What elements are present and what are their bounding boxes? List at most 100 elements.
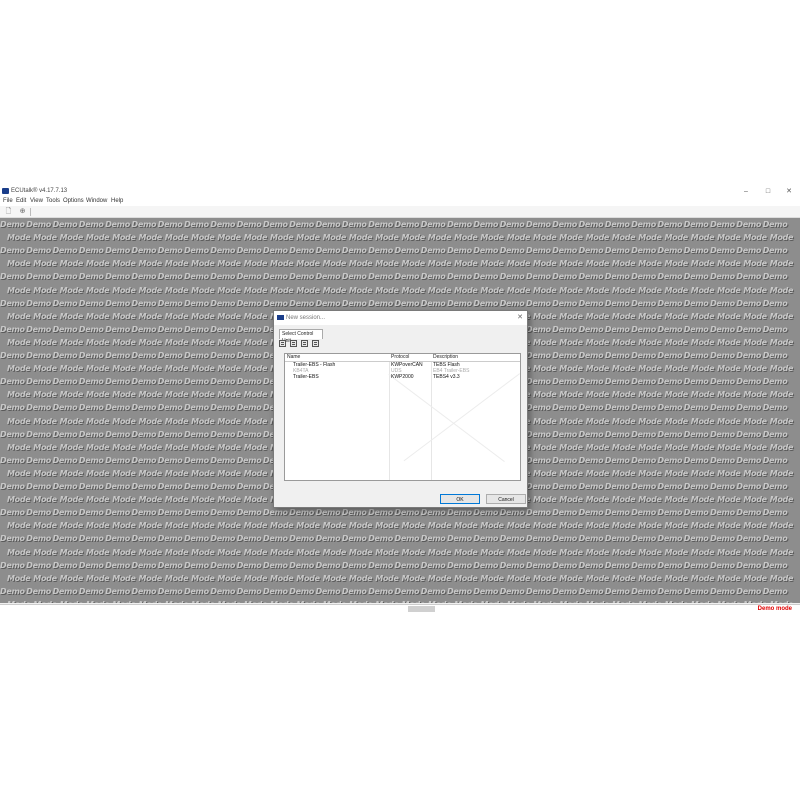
demo-mode-watermark: Demo (78, 429, 104, 439)
ok-button[interactable]: OK (440, 494, 480, 504)
demo-mode-watermark: Mode (769, 416, 794, 426)
demo-mode-watermark: Demo (736, 272, 762, 282)
demo-mode-watermark: Mode (270, 233, 294, 243)
demo-mode-watermark: Mode (7, 259, 31, 269)
demo-mode-watermark: Mode (717, 259, 741, 269)
app-logo-icon (2, 188, 9, 194)
collapse-all-icon[interactable] (290, 340, 297, 347)
menu-window[interactable]: Window (86, 197, 107, 206)
demo-mode-watermark: Mode (743, 573, 767, 583)
demo-mode-watermark: Demo (184, 298, 209, 308)
demo-mode-watermark: Demo (473, 246, 499, 256)
demo-mode-watermark: Mode (112, 364, 136, 374)
demo-mode-watermark: Demo (526, 455, 551, 465)
demo-mode-watermark: Mode (664, 233, 689, 243)
row-description: TEBS4 v3.3 (433, 374, 460, 380)
demo-mode-watermark: Demo (52, 508, 78, 518)
demo-mode-watermark: Demo (736, 560, 762, 570)
dialog-close-icon[interactable]: ✕ (517, 313, 523, 322)
close-button[interactable]: ✕ (778, 186, 800, 197)
demo-mode-watermark: Mode (611, 337, 636, 347)
demo-mode-watermark: Mode (769, 573, 794, 583)
demo-mode-watermark: Mode (217, 495, 241, 505)
app-title: ECUtalk® v4.17.7.13 (11, 188, 68, 194)
demo-mode-watermark: Mode (217, 442, 241, 452)
expand-all-icon[interactable] (279, 340, 286, 347)
demo-mode-watermark: Mode (7, 442, 31, 452)
demo-mode-watermark: Mode (270, 285, 294, 295)
tab-select-control-unit[interactable]: Select Control Unit (279, 329, 323, 344)
demo-mode-watermark: Mode (348, 573, 373, 583)
demo-mode-watermark: Mode (165, 600, 189, 603)
filter-icon[interactable] (301, 340, 308, 347)
cancel-button[interactable]: Cancel (486, 494, 526, 504)
demo-mode-watermark: Demo (341, 560, 367, 570)
control-unit-list[interactable]: Name Protocol Description Trailer-EBS - … (284, 353, 521, 520)
list-icon[interactable] (312, 340, 319, 347)
demo-mode-watermark: Demo (552, 482, 577, 491)
document-new-icon[interactable]: 🗋 (5, 208, 12, 215)
demo-mode-watermark: Mode (427, 573, 452, 583)
maximize-button[interactable]: □ (757, 186, 779, 197)
demo-mode-watermark: Mode (322, 547, 347, 557)
demo-mode-watermark: Demo (657, 508, 683, 518)
list-row[interactable]: Trailer-EBS KWP2000 TEBS4 v3.3 (285, 374, 520, 381)
demo-mode-watermark: Demo (289, 298, 314, 308)
demo-mode-watermark: Demo (0, 560, 25, 570)
app-logo-icon (277, 315, 284, 320)
demo-mode-watermark: Mode (85, 416, 110, 426)
title-bar: ECUtalk® v4.17.7.13 – □ ✕ (0, 186, 800, 197)
demo-mode-watermark: Mode (138, 416, 163, 426)
demo-mode-watermark: Demo (52, 482, 78, 491)
demo-mode-watermark: Demo (263, 534, 288, 544)
menu-tools[interactable]: Tools (46, 197, 60, 206)
menu-file[interactable]: File (3, 197, 13, 206)
column-name[interactable]: Name (287, 354, 300, 361)
menu-help[interactable]: Help (111, 197, 123, 206)
column-protocol[interactable]: Protocol (391, 354, 409, 361)
demo-mode-watermark: Mode (59, 337, 84, 347)
demo-mode-watermark: Demo (26, 272, 51, 282)
demo-mode-watermark: Demo (184, 429, 209, 439)
demo-mode-watermark: Mode (717, 416, 741, 426)
demo-mode-watermark: Mode (690, 259, 715, 269)
demo-mode-watermark: Mode (112, 390, 136, 400)
demo-mode-watermark: Demo (683, 272, 709, 282)
demo-mode-watermark: Demo (604, 220, 630, 229)
demo-mode-watermark: Mode (217, 285, 241, 295)
demo-mode-watermark: Mode (401, 573, 426, 583)
demo-mode-watermark: Mode (690, 547, 715, 557)
demo-mode-watermark: Demo (710, 377, 735, 387)
demo-mode-watermark: Demo (473, 586, 499, 596)
demo-mode-watermark: Mode (270, 521, 294, 531)
demo-mode-watermark: Demo (447, 220, 472, 229)
demo-mode-watermark: Demo (447, 534, 472, 544)
menu-view[interactable]: View (30, 197, 43, 206)
demo-mode-watermark: Demo (473, 508, 499, 518)
menu-edit[interactable]: Edit (16, 197, 26, 206)
demo-mode-watermark: Demo (683, 508, 709, 518)
demo-mode-watermark: Demo (263, 298, 288, 308)
menu-options[interactable]: Options (63, 197, 84, 206)
demo-mode-watermark: Mode (375, 600, 399, 603)
horizontal-scrollbar[interactable] (291, 518, 409, 520)
demo-mode-watermark: Mode (322, 233, 347, 243)
demo-mode-watermark: Demo (0, 534, 25, 544)
demo-mode-watermark: Mode (611, 285, 636, 295)
demo-mode-watermark: Mode (164, 311, 189, 321)
demo-mode-watermark: Demo (657, 534, 683, 544)
demo-mode-watermark: Demo (78, 246, 104, 256)
demo-mode-watermark: Mode (217, 390, 241, 400)
demo-mode-watermark: Mode (85, 442, 110, 452)
minimize-button[interactable]: – (735, 186, 757, 197)
demo-mode-watermark: Mode (85, 547, 110, 557)
demo-mode-watermark: Mode (638, 547, 662, 557)
connect-icon[interactable]: ⊕ (19, 208, 26, 215)
demo-mode-watermark: Mode (585, 547, 610, 557)
demo-mode-watermark: Demo (184, 351, 209, 360)
demo-mode-watermark: Mode (348, 259, 373, 269)
column-description[interactable]: Description (433, 354, 458, 361)
demo-mode-watermark: Mode (296, 259, 320, 269)
demo-mode-watermark: Demo (420, 586, 446, 596)
demo-mode-watermark: Mode (427, 521, 452, 531)
